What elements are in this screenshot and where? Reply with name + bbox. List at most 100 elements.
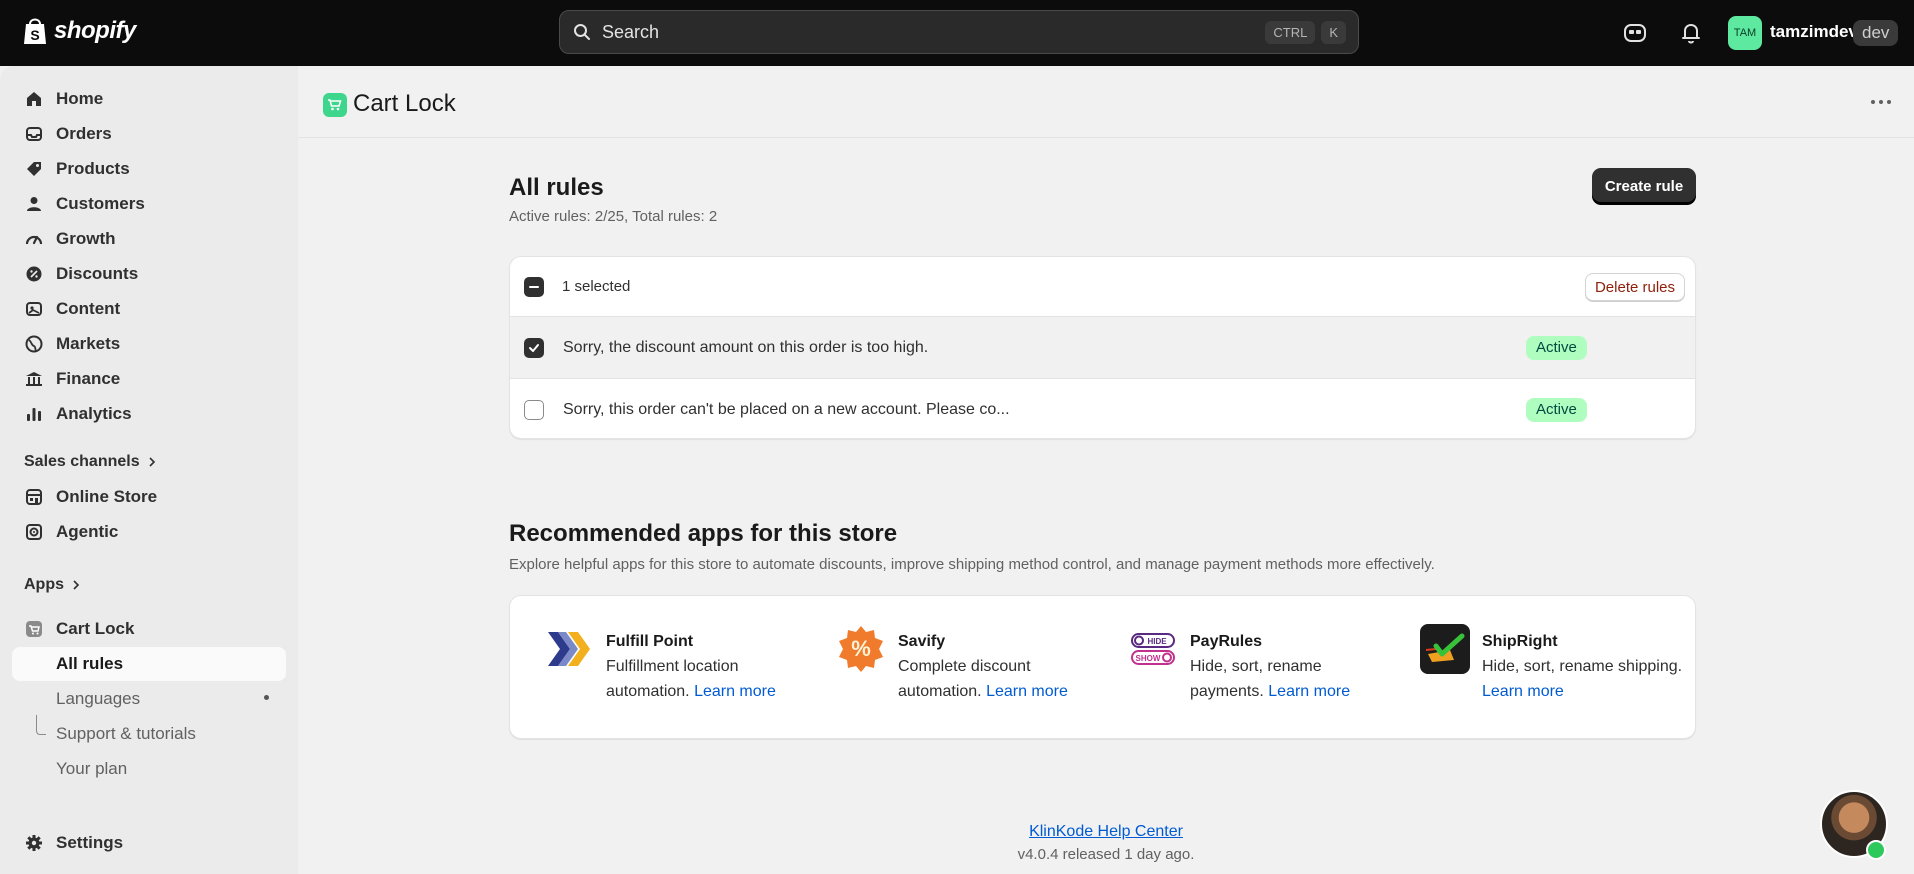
sidebar-item-label: Agentic [56,522,119,541]
savify-icon: % [839,626,883,672]
recommended-title: Recommended apps for this store [509,520,898,547]
select-all-checkbox[interactable] [524,276,544,297]
search-bar[interactable]: Search CTRL K [559,10,1359,54]
payrules-icon: HIDE SHOW [1131,633,1175,665]
table-row[interactable]: Sorry, this order can't be placed on a n… [510,379,1695,438]
sidebar-item-label: Orders [56,124,112,143]
sidebar-subitem-all-rules[interactable]: All rules [12,647,286,681]
sidebar-item-label: Discounts [56,264,139,283]
svg-text:%: % [851,636,871,661]
svg-text:S: S [30,27,39,43]
help-center-link[interactable]: KlinKode Help Center [298,823,1914,841]
sidebar-item-label: Content [56,299,121,318]
sidebar-item-label: Cart Lock [56,619,135,638]
table-row[interactable]: Sorry, the discount amount on this order… [510,317,1695,379]
bar-chart-icon [27,408,41,421]
sidebar-item-markets[interactable]: Markets [12,327,286,361]
sidebar-item-online-store[interactable]: Online Store [12,480,286,514]
sidebar-item-agentic[interactable]: Agentic [12,515,286,549]
sidebar-item-cart-lock[interactable]: Cart Lock [12,612,286,646]
more-actions-icon[interactable] [1866,92,1896,112]
image-icon [26,302,42,316]
app-name: PayRules [1190,633,1263,650]
shipright-icon [1420,624,1470,674]
top-bar: S shopify Search CTRL K TAM tamzimdev de… [0,0,1914,66]
sidebar-item-growth[interactable]: Growth [12,222,286,256]
sidebar-item-discounts[interactable]: Discounts [12,257,286,291]
gear-icon [26,835,42,851]
shortcut-key-ctrl: CTRL [1265,20,1316,44]
user-avatar[interactable]: TAM [1728,16,1762,50]
learn-more-link[interactable]: Learn more [1268,683,1350,700]
app-header: Cart Lock [298,66,1914,138]
app-tile-savify[interactable]: % Savify Complete discount automation. L… [836,624,1106,704]
sales-channels-label: Sales channels [24,453,140,470]
app-title: Cart Lock [353,90,456,117]
home-icon [27,92,41,106]
bank-icon [26,372,42,386]
brand-name: shopify [54,17,136,44]
sidebar-item-analytics[interactable]: Analytics [12,397,286,431]
sidebar-item-label: Online Store [56,487,158,506]
version-text: v4.0.4 released 1 day ago. [1017,846,1195,863]
app-name: Savify [898,633,946,650]
delete-rules-button[interactable]: Delete rules [1585,273,1685,301]
payrules-show-word: SHOW [1136,654,1161,663]
online-status-indicator [1866,840,1886,860]
search-placeholder: Search [602,21,660,42]
env-badge: dev [1853,20,1899,46]
sidebar-item-customers[interactable]: Customers [12,187,286,221]
globe-icon [25,335,43,353]
row-checkbox-checked[interactable] [524,337,544,358]
checkmark-icon [529,343,539,352]
gauge-icon [25,235,43,245]
app-tile-payrules[interactable]: HIDE SHOW PayRules Hide, sort, rename pa… [1128,624,1398,704]
cart-icon [328,99,342,111]
app-name: ShipRight [1482,633,1558,650]
row-checkbox[interactable] [524,399,544,420]
learn-more-link[interactable]: Learn more [1482,683,1564,700]
apps-section[interactable]: Apps [24,576,80,594]
learn-more-link[interactable]: Learn more [986,683,1068,700]
app-tile-shipright[interactable]: ShipRight Hide, sort, rename shipping. L… [1420,624,1690,704]
sidebar-subitem-your-plan[interactable]: Your plan [12,752,286,786]
sidekick-icon[interactable] [1622,20,1648,46]
bell-icon[interactable] [1678,20,1704,46]
app-tile-fulfill-point[interactable]: Fulfill Point Fulfillment location autom… [544,624,814,704]
shopify-bag-icon: S [24,18,46,44]
learn-more-link[interactable]: Learn more [694,683,776,700]
create-rule-button[interactable]: Create rule [1592,168,1696,204]
sales-channels-section[interactable]: Sales channels [24,453,156,471]
tag-icon [27,162,41,176]
sidebar-item-orders[interactable]: Orders [12,117,286,151]
cart-lock-icon [26,621,42,637]
selected-count: 1 selected [562,278,631,295]
status-badge: Active [1526,335,1587,360]
sidebar-item-content[interactable]: Content [12,292,286,326]
shopify-logo[interactable]: S shopify [22,16,136,46]
main-content: Cart Lock All rules Active rules: 2/25, … [298,66,1914,874]
app-name: Fulfill Point [606,633,694,650]
sidebar-item-label: Finance [56,369,121,388]
sidebar-item-finance[interactable]: Finance [12,362,286,396]
user-name[interactable]: tamzimdev [1770,22,1858,42]
sidebar-item-label: Home [56,89,104,108]
store-icon [26,489,42,505]
sidebar-item-label: Settings [56,833,124,852]
sidebar-item-home[interactable]: Home [12,82,286,116]
robot-icon [26,524,42,540]
sidebar-item-label: Markets [56,334,121,353]
search-icon [574,24,590,40]
recommended-subtitle: Explore helpful apps for this store to a… [509,556,1435,573]
sidebar-subitem-support[interactable]: Support & tutorials [12,717,286,751]
bulk-actions-bar: 1 selected Delete rules [510,257,1695,317]
sidebar-item-settings[interactable]: Settings [12,826,286,860]
minus-icon [529,285,539,288]
rule-message: Sorry, this order can't be placed on a n… [563,400,1010,418]
recommended-apps-card: Fulfill Point Fulfillment location autom… [509,595,1696,739]
sidebar-item-products[interactable]: Products [12,152,286,186]
sidebar-subitem-languages[interactable]: Languages [12,682,286,716]
page-title: All rules [509,174,604,201]
sidebar-item-label: Growth [56,229,116,248]
rules-summary: Active rules: 2/25, Total rules: 2 [509,208,718,225]
